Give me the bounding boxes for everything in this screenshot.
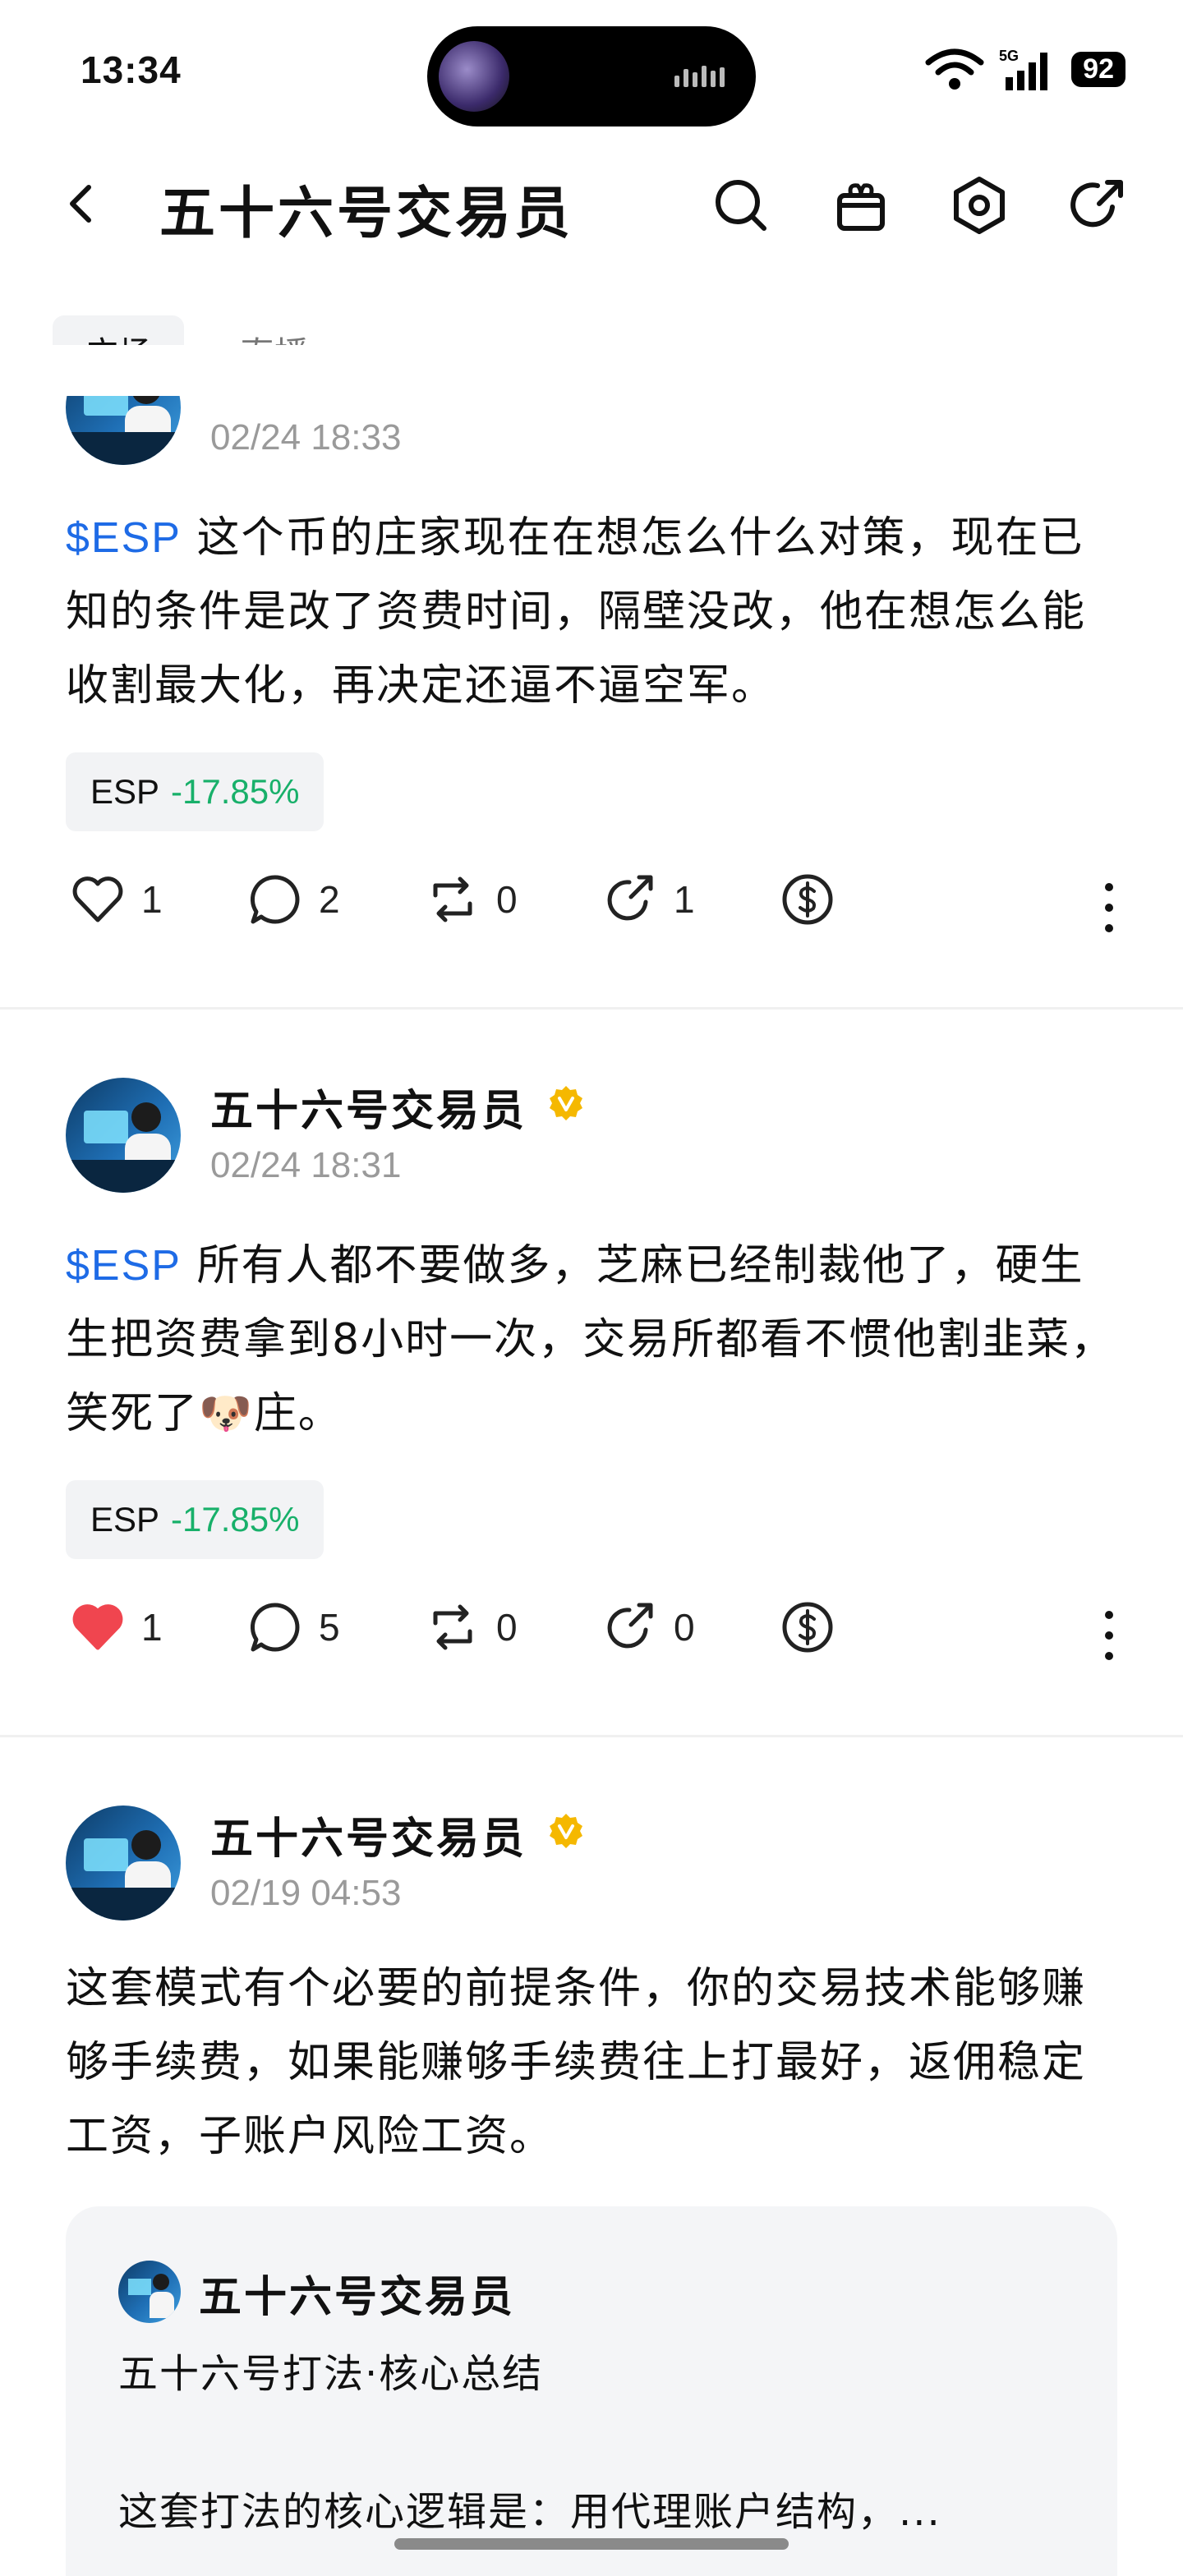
- comment-count: 5: [319, 1606, 340, 1649]
- status-time: 13:34: [81, 48, 182, 91]
- status-indicators: 5G 92: [925, 46, 1125, 92]
- post-body: 所有人都不要做多，芝麻已经制裁他了，硬生生把资费拿到8小时一次，交易所都看不惯他…: [66, 1241, 1116, 1438]
- repost-button[interactable]: 0: [424, 1598, 518, 1656]
- home-indicator: [394, 2538, 789, 2550]
- quoted-author-avatar: [118, 2261, 181, 2323]
- repost-count: 0: [496, 1606, 518, 1649]
- post-text: $ESP 所有人都不要做多，芝麻已经制裁他了，硬生生把资费拿到8小时一次，交易所…: [66, 1229, 1125, 1451]
- profile-header: 五十六号交易员: [0, 156, 1183, 255]
- chip-symbol: ESP: [90, 1500, 160, 1539]
- chip-change: -17.85%: [171, 1500, 300, 1539]
- comment-count: 2: [319, 878, 340, 921]
- repost-icon: [433, 876, 472, 922]
- heart-filled-icon: [72, 1604, 123, 1650]
- chip-symbol: ESP: [90, 772, 160, 811]
- quoted-post-title: 五十六号打法·核心总结: [118, 2351, 544, 2397]
- comment-button[interactable]: 2: [246, 871, 340, 928]
- comment-icon: [250, 875, 300, 924]
- post-actions: 1 2 0 1: [0, 871, 1183, 945]
- heart-outline-icon: [72, 876, 123, 922]
- quoted-post-excerpt: 这套打法的核心逻辑是：用代理账户结构，...: [118, 2489, 941, 2535]
- comment-button[interactable]: 5: [246, 1598, 340, 1656]
- tip-button[interactable]: [779, 1598, 836, 1656]
- search-icon[interactable]: [710, 174, 772, 237]
- share-icon: [607, 1603, 653, 1649]
- post-divider: [0, 1007, 1183, 1010]
- cellular-5g-icon: 5G: [999, 48, 1048, 90]
- author-avatar[interactable]: [66, 1078, 181, 1193]
- ticker-chip[interactable]: ESP -17.85%: [66, 1480, 325, 1559]
- like-count: 1: [141, 1606, 163, 1649]
- share-count: 0: [674, 1606, 695, 1649]
- wifi-icon: [925, 48, 984, 90]
- back-arrow-icon[interactable]: [58, 179, 107, 228]
- gift-icon[interactable]: [830, 174, 892, 237]
- dollar-coin-icon: [782, 874, 833, 925]
- now-playing-artwork: [439, 41, 509, 112]
- share-icon[interactable]: [1066, 174, 1129, 237]
- ticker-link[interactable]: $ESP: [66, 514, 182, 562]
- verified-badge-icon: [550, 1814, 582, 1848]
- dynamic-island: [427, 26, 756, 126]
- page-title: 五十六号交易员: [159, 182, 574, 246]
- more-options-icon[interactable]: [1101, 879, 1117, 936]
- comment-icon: [250, 1603, 300, 1652]
- author-name[interactable]: 五十六号交易员: [210, 1076, 527, 1138]
- audio-waveform-icon: [674, 66, 725, 87]
- share-button[interactable]: 1: [601, 871, 695, 928]
- share-button[interactable]: 0: [601, 1598, 695, 1656]
- post-text: 这套模式有个必要的前提条件，你的交易技术能够赚够手续费，如果能赚够手续费往上打最…: [66, 1964, 1087, 2161]
- dollar-coin-icon: [782, 1602, 833, 1653]
- battery-level: 92: [1071, 51, 1125, 87]
- share-icon: [607, 875, 653, 921]
- repost-icon: [433, 1604, 472, 1650]
- post-divider: [0, 1735, 1183, 1737]
- status-bar: 13:34 5G 92: [0, 0, 1183, 148]
- tip-button[interactable]: [779, 871, 836, 928]
- post-body: 这个币的庄家现在在想怎么什么对策，现在已知的条件是改了资费时间，隔壁没改，他在想…: [66, 513, 1087, 711]
- share-count: 1: [674, 878, 695, 921]
- author-name[interactable]: 五十六号交易员: [210, 1804, 527, 1865]
- ticker-link[interactable]: $ESP: [66, 1242, 182, 1290]
- quoted-author-name: 五十六号交易员: [199, 2273, 516, 2322]
- post-time: 02/19 04:53: [210, 1873, 402, 1913]
- post-time: 02/24 18:31: [210, 1145, 402, 1185]
- settings-hexagon-icon[interactable]: [948, 174, 1010, 237]
- like-button[interactable]: 1: [69, 1598, 163, 1656]
- repost-button[interactable]: 0: [424, 871, 518, 928]
- ticker-chip[interactable]: ESP -17.85%: [66, 752, 325, 831]
- verified-badge-icon: [550, 1086, 582, 1120]
- post-actions: 1 5 0 0: [0, 1598, 1183, 1672]
- quoted-post-card[interactable]: 五十六号交易员 五十六号打法·核心总结 这套打法的核心逻辑是：用代理账户结构，.…: [66, 2206, 1117, 2576]
- like-count: 1: [141, 878, 163, 921]
- repost-count: 0: [496, 878, 518, 921]
- post-text: $ESP 这个币的庄家现在在想怎么什么对策，现在已知的条件是改了资费时间，隔壁没…: [66, 501, 1125, 723]
- like-button[interactable]: 1: [69, 871, 163, 928]
- post-time: 02/24 18:33: [210, 417, 402, 458]
- chip-change: -17.85%: [171, 772, 300, 811]
- more-options-icon[interactable]: [1101, 1607, 1117, 1664]
- author-avatar[interactable]: [66, 1806, 181, 1920]
- network-label: 5G: [999, 48, 1019, 64]
